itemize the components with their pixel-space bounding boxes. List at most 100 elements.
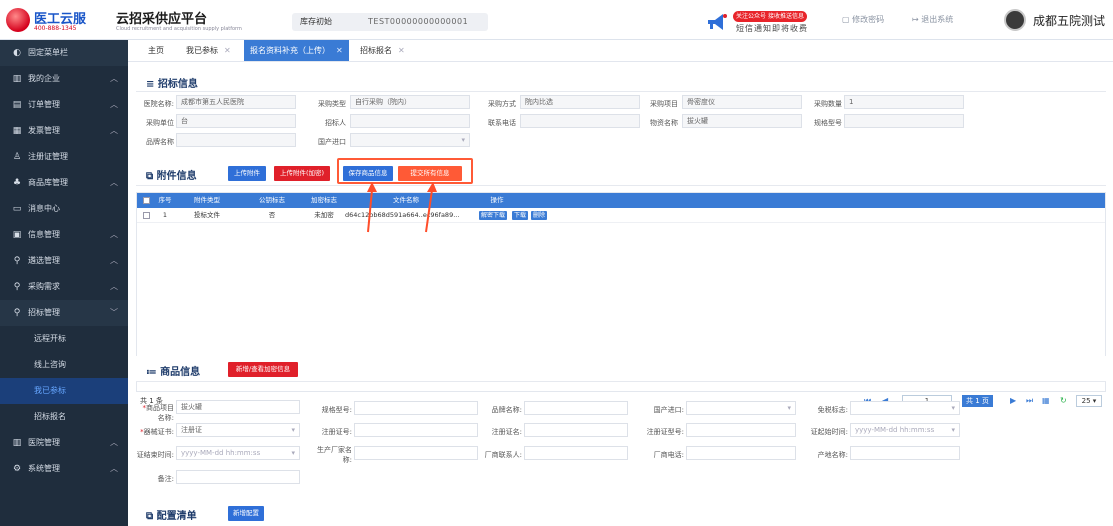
maker-input[interactable] xyxy=(354,446,478,460)
page-total: 共 1 页 xyxy=(962,395,993,407)
cert-end-input[interactable]: yyyy-MM-dd hh:mm:ss xyxy=(176,446,300,460)
sidebar-item-hospital[interactable]: ▥ 医院管理 ︿ xyxy=(0,430,128,456)
notice-badge[interactable]: 关注公众号 接收推送信息 xyxy=(733,11,807,22)
sidebar-item-invoice[interactable]: ▦ 发票管理 ︿ xyxy=(0,118,128,144)
brand-label: 品牌名称 xyxy=(146,138,174,146)
next-page-icon[interactable]: ▶ xyxy=(1010,392,1016,410)
sidebar-item-label: 订单管理 xyxy=(28,100,60,109)
tab-label: 我已参标 xyxy=(186,46,218,55)
decrypt-download-button[interactable]: 解密下载 xyxy=(479,211,508,220)
spec-field[interactable] xyxy=(844,114,964,128)
purchase-unit-field[interactable]: 台 xyxy=(176,114,296,128)
maker-phone-label: 厂商电话: xyxy=(653,451,684,459)
sidebar-item-messages[interactable]: ▭ 消息中心 xyxy=(0,196,128,222)
sidebar-item-selection[interactable]: ⚲ 遴选管理 ︿ xyxy=(0,248,128,274)
col-no: 序号 xyxy=(158,196,172,204)
cert-name-input[interactable] xyxy=(524,423,628,437)
import-select[interactable] xyxy=(350,133,470,147)
col-public: 公钥标志 xyxy=(259,196,285,204)
bid-info-header: ≡ 招标信息 xyxy=(136,70,1106,92)
change-password-button[interactable]: ▢ 修改密码 xyxy=(842,14,884,25)
tab-label: 主页 xyxy=(148,46,164,55)
goods-spec-input[interactable] xyxy=(354,401,478,415)
delete-button[interactable]: 删除 xyxy=(531,211,548,220)
material-name-field[interactable]: 拔火罐 xyxy=(682,114,802,128)
phone-field[interactable] xyxy=(520,114,640,128)
tab-home[interactable]: 主页 xyxy=(144,40,168,61)
origin-input[interactable] xyxy=(850,446,960,460)
col-actions: 操作 xyxy=(490,196,504,204)
stock-selector[interactable]: 库存初始 TEST00000000000001 xyxy=(292,13,488,31)
bidder-field[interactable] xyxy=(350,114,470,128)
add-config-button[interactable]: 新增配置 xyxy=(228,506,264,521)
brand-field[interactable] xyxy=(176,133,296,147)
megaphone-icon xyxy=(708,14,727,30)
maker-phone-input[interactable] xyxy=(686,446,796,460)
close-icon[interactable]: ✕ xyxy=(336,46,343,55)
upload-attachment-button[interactable]: 上传附件 xyxy=(228,166,266,181)
sidebar-item-certificate[interactable]: ♙ 注册证管理 xyxy=(0,144,128,170)
select-all-checkbox[interactable] xyxy=(143,197,150,204)
settings-icon: ⚙ xyxy=(12,464,22,474)
cert-no-input[interactable] xyxy=(354,423,478,437)
purchase-type-field[interactable]: 自行采购（院内） xyxy=(350,95,470,109)
purchase-qty-label: 采购数量 xyxy=(814,100,842,108)
hospital-name-field[interactable]: 成都市第五人民医院 xyxy=(176,95,296,109)
add-encrypted-info-button[interactable]: 新增/查看加密信息 xyxy=(228,362,298,377)
purchase-qty-field[interactable]: 1 xyxy=(844,95,964,109)
sidebar-item-purchase[interactable]: ⚲ 采购需求 ︿ xyxy=(0,274,128,300)
goods-import-select[interactable] xyxy=(686,401,796,415)
logout-button[interactable]: ↦ 退出系统 xyxy=(912,14,953,25)
material-name-label: 物资名称 xyxy=(650,119,678,127)
close-icon[interactable]: ✕ xyxy=(398,46,405,55)
purchase-method-field[interactable]: 院内比选 xyxy=(520,95,640,109)
sidebar-item-bid-signup[interactable]: 招标报名 xyxy=(0,404,128,430)
avatar[interactable] xyxy=(1004,9,1026,31)
sidebar-fixed-menu[interactable]: ◐ 固定菜单栏 xyxy=(0,40,128,66)
last-page-icon[interactable]: ⏭ xyxy=(1026,392,1033,410)
sidebar-item-info[interactable]: ▣ 信息管理 ︿ xyxy=(0,222,128,248)
cert-type-label: 注册证型号: xyxy=(646,428,684,436)
sidebar-item-online-consult[interactable]: 线上咨询 xyxy=(0,352,128,378)
sidebar-item-label: 商品库管理 xyxy=(28,178,68,187)
tab-my-bids[interactable]: 我已参标 ✕ xyxy=(182,40,235,61)
logout-icon: ↦ xyxy=(912,15,922,24)
goods-info-header: ≔ 商品信息 新增/查看加密信息 xyxy=(136,356,1106,382)
sidebar-item-remote-open[interactable]: 远程开标 xyxy=(0,326,128,352)
sidebar-item-bidding[interactable]: ⚲ 招标管理 ﹀ xyxy=(0,300,128,326)
tab-bid-signup[interactable]: 招标报名 ✕ xyxy=(356,40,409,61)
building-icon: ▥ xyxy=(12,74,22,84)
cert-select[interactable]: 注册证 xyxy=(176,423,300,437)
contact-input[interactable] xyxy=(524,446,628,460)
tax-exempt-select[interactable] xyxy=(850,401,960,415)
download-button[interactable]: 下载 xyxy=(512,211,529,220)
sidebar-item-label: 系统管理 xyxy=(28,464,60,473)
tab-upload-supplement[interactable]: 报名资料补充（上传） ✕ xyxy=(244,40,349,61)
purchase-unit-label: 采购单位 xyxy=(146,119,174,127)
table-header: 序号 附件类型 公钥标志 加密标志 文件名称 操作 xyxy=(137,193,1105,208)
chevron-up-icon: ︿ xyxy=(110,230,118,239)
refresh-icon[interactable]: ↻ xyxy=(1060,392,1067,410)
bid-icon: ⚲ xyxy=(13,308,21,318)
sidebar-item-enterprise[interactable]: ▥ 我的企业 ︿ xyxy=(0,66,128,92)
tab-bar: 主页 我已参标 ✕ 报名资料补充（上传） ✕ 招标报名 ✕ xyxy=(128,40,1113,62)
config-list-header: ⧉ 配置清单 新增配置 xyxy=(136,500,1106,526)
cert-type-input[interactable] xyxy=(686,423,796,437)
sidebar-item-my-bids[interactable]: 我已参标 xyxy=(0,378,128,404)
sidebar-item-system[interactable]: ⚙ 系统管理 ︿ xyxy=(0,456,128,482)
close-icon[interactable]: ✕ xyxy=(224,46,231,55)
export-icon[interactable]: ▦ xyxy=(1042,392,1050,410)
remark-input[interactable] xyxy=(176,470,300,484)
item-name-input[interactable]: 拔火罐 xyxy=(176,400,300,414)
goods-brand-input[interactable] xyxy=(524,401,628,415)
purchase-project-field[interactable]: 骨密度仪 xyxy=(682,95,802,109)
chevron-up-icon: ︿ xyxy=(110,74,118,83)
upload-encrypted-button[interactable]: 上传附件(加密) xyxy=(274,166,330,181)
logo-mark-icon xyxy=(6,8,30,32)
row-checkbox[interactable] xyxy=(143,212,150,219)
cert-start-input[interactable]: yyyy-MM-dd hh:mm:ss xyxy=(850,423,960,437)
sidebar-item-goods[interactable]: ♣ 商品库管理 ︿ xyxy=(0,170,128,196)
page-size-select[interactable]: 25 ▾ xyxy=(1076,395,1102,407)
sidebar-item-orders[interactable]: ▤ 订单管理 ︿ xyxy=(0,92,128,118)
attach-info-header: ⧉ 附件信息 上传附件 上传附件(加密) 保存商品信息 提交所有信息 xyxy=(136,160,1106,186)
